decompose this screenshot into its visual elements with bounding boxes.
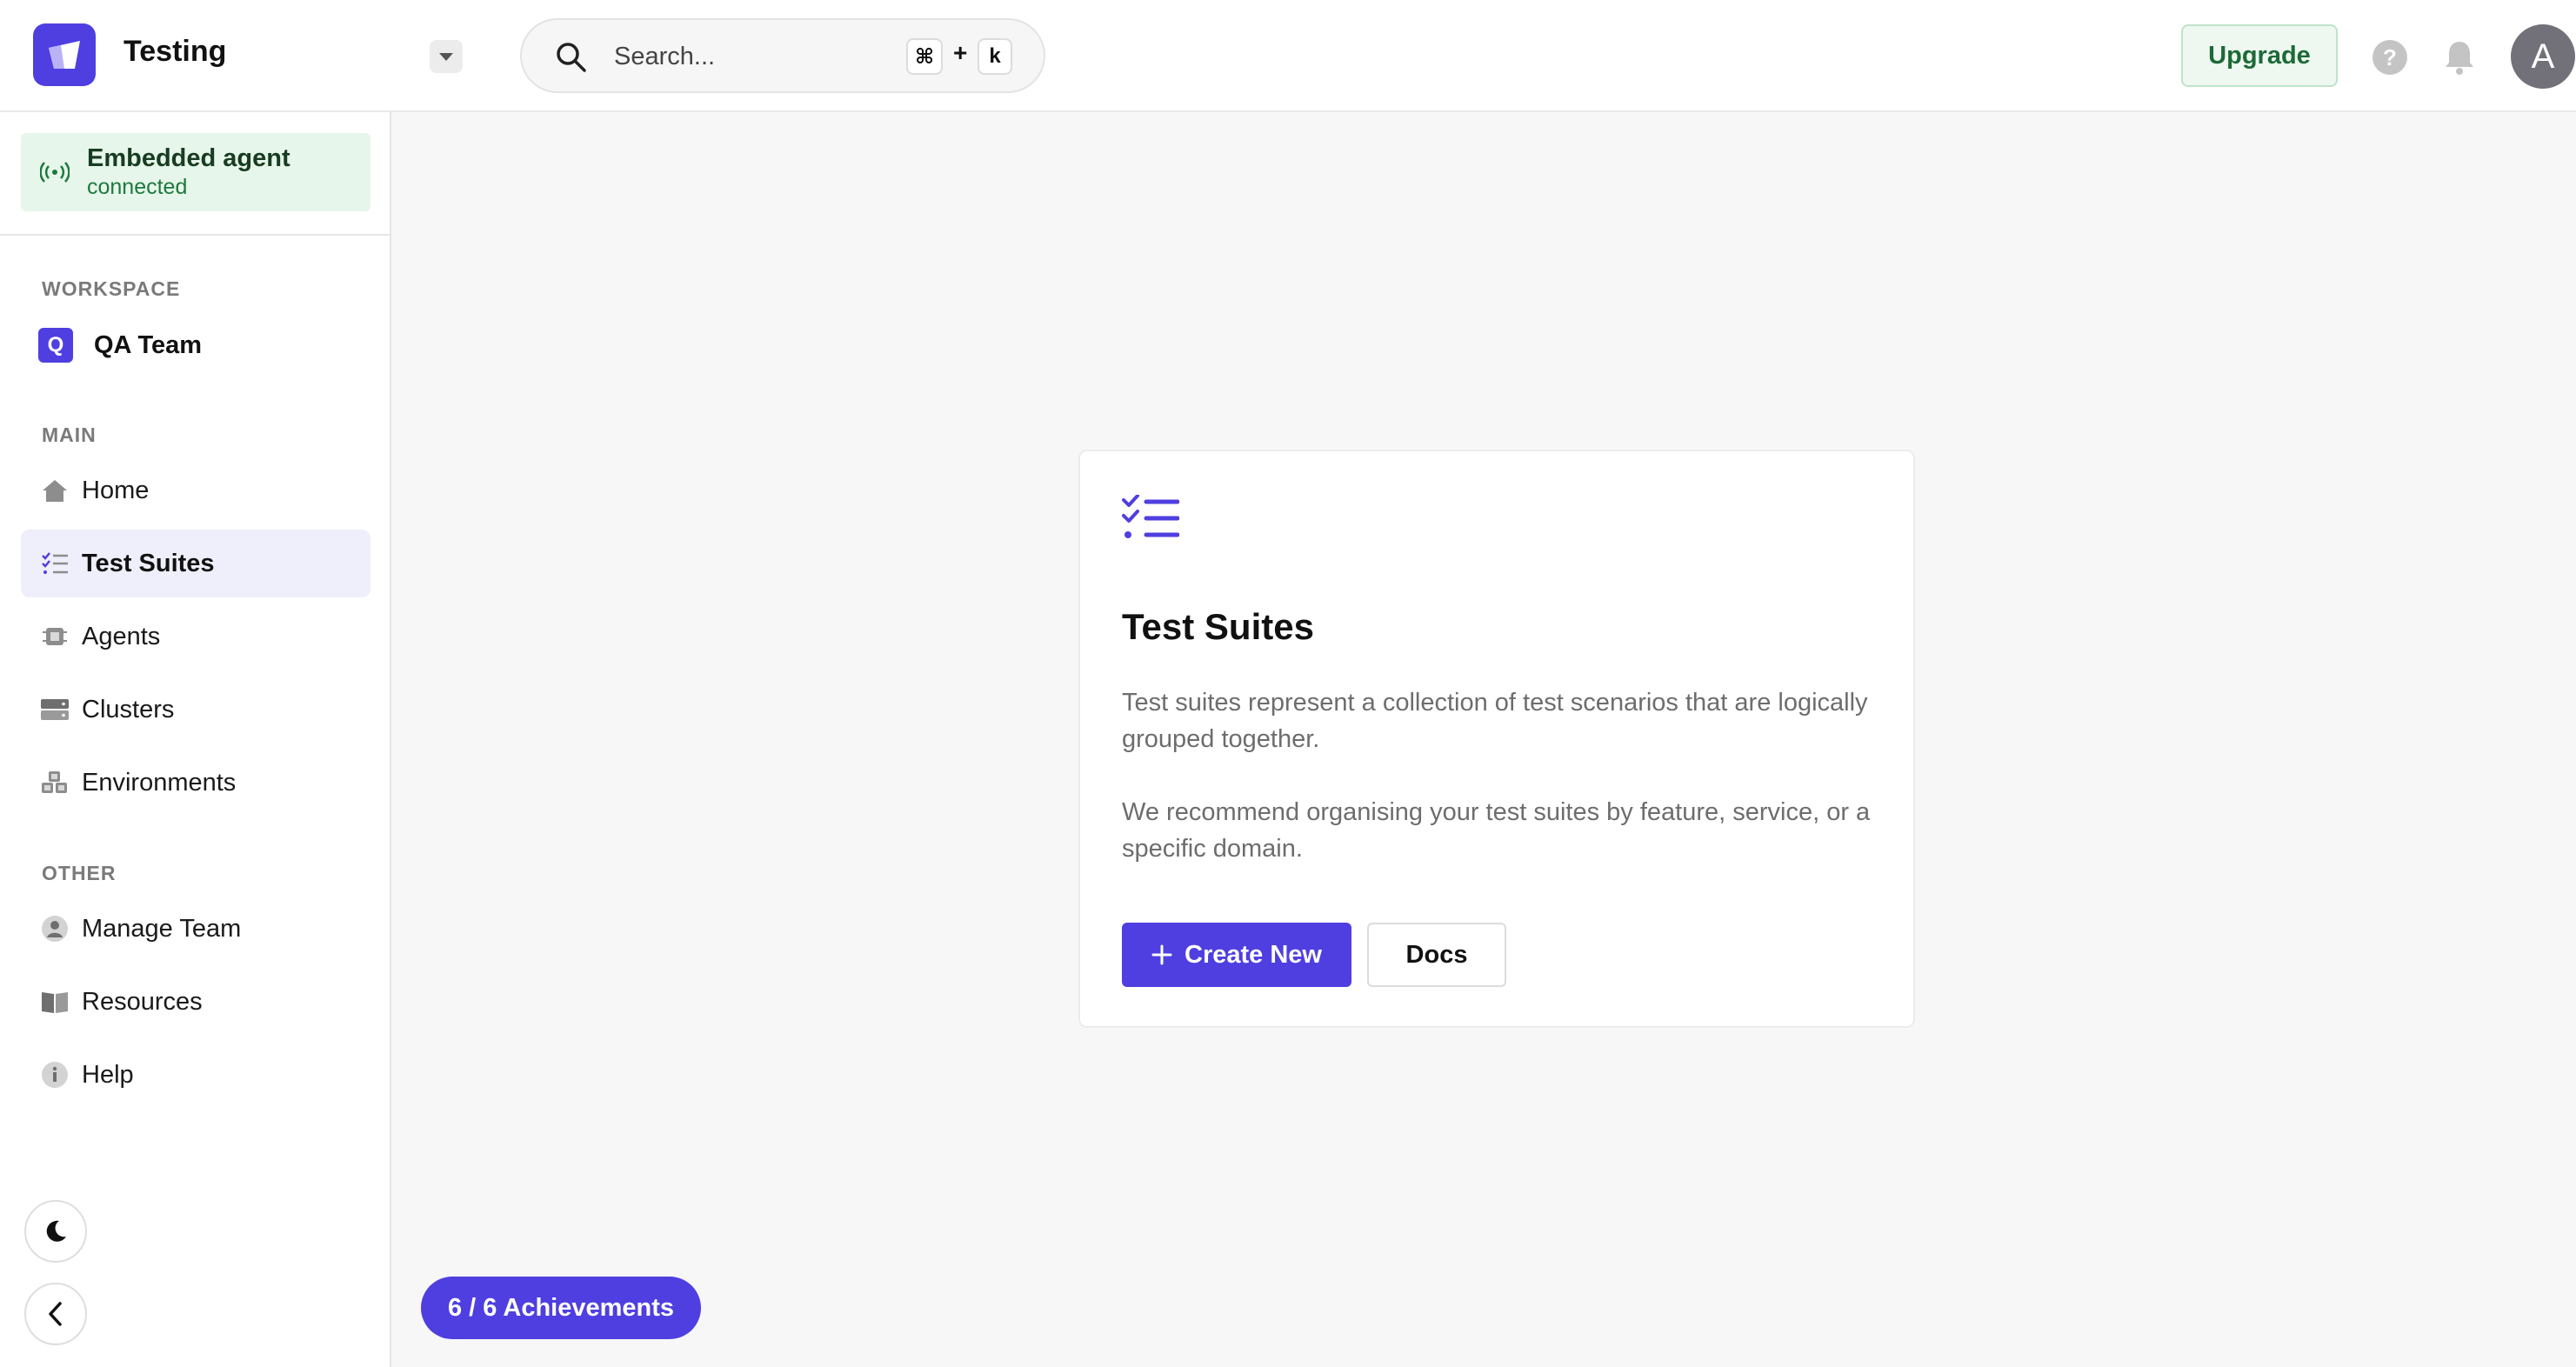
sidebar-item-label: Home bbox=[82, 476, 150, 504]
create-new-button[interactable]: Create New bbox=[1122, 923, 1351, 987]
sidebar-item-label: Clusters bbox=[82, 695, 175, 724]
moon-icon bbox=[46, 1220, 66, 1242]
bell-icon[interactable] bbox=[2442, 38, 2477, 77]
workspace-badge: Q bbox=[38, 328, 73, 363]
main-section-label: MAIN bbox=[42, 423, 97, 446]
cubes-icon bbox=[40, 768, 70, 797]
info-icon bbox=[40, 1060, 70, 1090]
sidebar-item-home[interactable]: Home bbox=[21, 457, 370, 524]
create-new-label: Create New bbox=[1185, 940, 1322, 969]
card-title: Test Suites bbox=[1122, 606, 1314, 647]
sidebar-item-clusters[interactable]: Clusters bbox=[21, 676, 370, 744]
sidebar-item-label: Resources bbox=[82, 987, 203, 1016]
server-icon bbox=[40, 695, 70, 724]
collapse-sidebar-button[interactable] bbox=[24, 1283, 87, 1345]
app-logo[interactable] bbox=[33, 23, 96, 86]
sidebar-divider bbox=[0, 234, 391, 236]
agent-title: Embedded agent bbox=[87, 144, 290, 172]
chevron-left-icon bbox=[49, 1302, 62, 1326]
help-icon[interactable]: ? bbox=[2372, 40, 2407, 75]
user-icon bbox=[40, 914, 70, 944]
sidebar-item-resources[interactable]: Resources bbox=[21, 968, 370, 1036]
sidebar-item-label: Manage Team bbox=[82, 914, 242, 943]
shortcut-key-k: k bbox=[978, 38, 1012, 75]
workspace-selector[interactable]: Q QA Team bbox=[38, 326, 369, 364]
logo-icon bbox=[49, 41, 80, 69]
sidebar-item-label: Help bbox=[82, 1060, 134, 1089]
book-icon bbox=[40, 987, 70, 1017]
dark-mode-toggle[interactable] bbox=[24, 1200, 87, 1263]
sidebar: Embedded agent connected WORKSPACE Q QA … bbox=[0, 112, 391, 1367]
workspace-section-label: WORKSPACE bbox=[42, 277, 181, 300]
project-dropdown-button[interactable] bbox=[430, 40, 463, 73]
sidebar-item-agents[interactable]: Agents bbox=[21, 603, 370, 670]
test-suites-empty-state-card: Test Suites Test suites represent a coll… bbox=[1078, 450, 1915, 1028]
sidebar-item-help[interactable]: Help bbox=[21, 1041, 370, 1109]
agent-status: connected bbox=[87, 175, 188, 199]
sidebar-item-label: Agents bbox=[82, 622, 161, 650]
agent-status-box[interactable]: Embedded agent connected bbox=[21, 133, 370, 211]
upgrade-button[interactable]: Upgrade bbox=[2181, 24, 2338, 87]
sidebar-item-environments[interactable]: Environments bbox=[21, 749, 370, 817]
sidebar-item-label: Test Suites bbox=[82, 549, 215, 577]
radio-signal-icon bbox=[40, 162, 70, 183]
chip-icon bbox=[40, 622, 70, 651]
sidebar-item-label: Environments bbox=[82, 768, 237, 797]
achievements-button[interactable]: 6 / 6 Achievements bbox=[421, 1277, 701, 1339]
checklist-icon bbox=[40, 549, 70, 578]
sidebar-item-manage-team[interactable]: Manage Team bbox=[21, 895, 370, 963]
caret-down-icon bbox=[439, 53, 453, 61]
search-icon bbox=[557, 43, 586, 72]
search-placeholder: Search... bbox=[614, 43, 716, 70]
workspace-name: QA Team bbox=[94, 330, 203, 359]
sidebar-item-test-suites[interactable]: Test Suites bbox=[21, 530, 370, 597]
top-bar: Testing Search... ⌘ + k Upgrade ? A bbox=[0, 0, 2576, 112]
search-bar[interactable]: Search... ⌘ + k bbox=[520, 18, 1045, 93]
plus-icon bbox=[1151, 944, 1172, 965]
docs-button[interactable]: Docs bbox=[1367, 923, 1506, 987]
card-description-1: Test suites represent a collection of te… bbox=[1122, 689, 1868, 753]
checklist-icon bbox=[1122, 495, 1179, 538]
app-title: Testing bbox=[123, 35, 227, 68]
shortcut-key-cmd: ⌘ bbox=[906, 38, 944, 75]
other-section-label: OTHER bbox=[42, 862, 117, 884]
home-icon bbox=[40, 476, 70, 505]
avatar[interactable]: A bbox=[2511, 24, 2575, 89]
card-description-2: We recommend organising your test suites… bbox=[1122, 798, 1871, 863]
shortcut-plus: + bbox=[953, 39, 968, 66]
